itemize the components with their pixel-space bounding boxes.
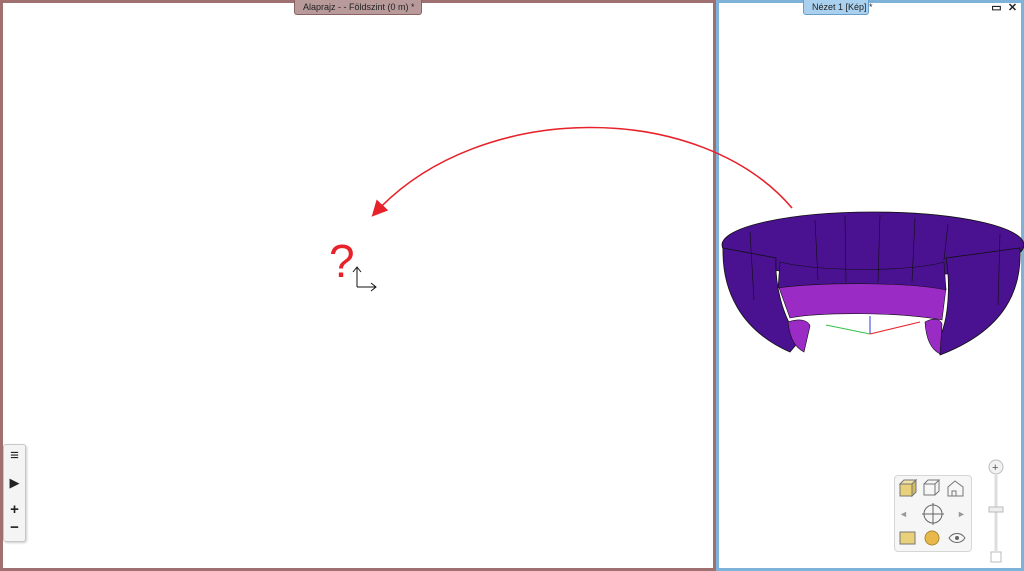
zoom-in-button[interactable]: + <box>4 501 25 518</box>
wireframe-cube-icon[interactable] <box>923 479 941 496</box>
zoom-out-button[interactable]: − <box>4 519 25 536</box>
zoom-plus-icon[interactable]: + <box>992 462 998 474</box>
annotation-arrow <box>371 126 793 217</box>
question-mark: ? <box>329 235 355 287</box>
3d-navigation-widget[interactable]: ◄ ► <box>894 475 972 552</box>
house-icon[interactable] <box>947 480 964 497</box>
layers-list-icon[interactable]: ≡ <box>4 447 25 464</box>
expand-play-icon[interactable]: ▶ <box>4 475 25 491</box>
right-arrow-icon[interactable]: ► <box>957 509 966 519</box>
zoom-slider-graphic: + <box>988 459 1004 563</box>
drawing-overlay: ? <box>329 126 1024 356</box>
zoom-slider[interactable]: + <box>988 455 1004 565</box>
orbit-icon[interactable] <box>922 503 944 525</box>
plan-side-toolbar: ≡ ▶ + − <box>3 444 26 542</box>
3d-sofa-object <box>721 211 1024 356</box>
image-icon[interactable] <box>899 531 916 545</box>
zoom-extent-icon[interactable] <box>990 551 1002 563</box>
sun-icon[interactable] <box>924 530 940 546</box>
left-arrow-icon[interactable]: ◄ <box>899 509 908 519</box>
cube-icon[interactable] <box>898 478 918 498</box>
zoom-slider-thumb[interactable] <box>988 506 1004 513</box>
origin-axis-icon <box>352 266 377 292</box>
navigation-icons: ◄ ► <box>898 478 966 546</box>
